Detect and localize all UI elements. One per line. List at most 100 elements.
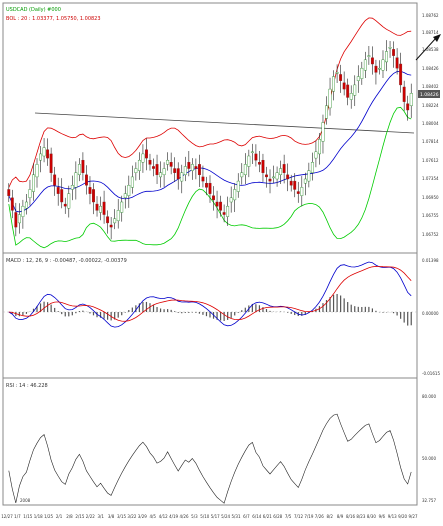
- price-y-tick: 1.08426: [422, 66, 439, 71]
- candle-body: [346, 84, 350, 98]
- candle-body: [148, 159, 152, 165]
- candle-body: [381, 59, 385, 71]
- candle-body: [360, 67, 364, 79]
- rsi-layer: [8, 413, 412, 504]
- candle-body: [201, 176, 205, 182]
- x-axis-label: 6/14: [252, 514, 261, 519]
- candle-body: [240, 172, 244, 178]
- candle-body: [42, 147, 46, 157]
- candle-body: [310, 162, 314, 173]
- candle-body: [14, 212, 18, 228]
- candle-body: [205, 182, 208, 188]
- candle-body: [328, 88, 332, 109]
- candle-body: [99, 205, 102, 213]
- x-axis-label: 6/21: [263, 514, 272, 519]
- candle-body: [296, 191, 300, 194]
- x-axis-label: 3/22: [127, 514, 136, 519]
- candle-body: [208, 182, 212, 194]
- candle-body: [385, 51, 388, 63]
- price-y-tick: 1.08004: [422, 121, 439, 126]
- candle-body: [173, 168, 177, 173]
- candle-body: [339, 74, 343, 81]
- candle-body: [395, 57, 399, 69]
- candle-body: [88, 187, 92, 194]
- price-y-tick: 1.08762: [422, 13, 439, 18]
- candle-body: [335, 72, 339, 74]
- candle-body: [321, 122, 325, 142]
- price-y-tick: 1.06755: [422, 213, 439, 218]
- candle-body: [236, 180, 240, 192]
- candles-layer: [7, 40, 413, 240]
- candle-body: [374, 65, 378, 73]
- candle-body: [254, 153, 258, 161]
- candle-body: [363, 59, 367, 71]
- candle-body: [7, 189, 11, 196]
- macd-y-tick: -0.01615: [422, 371, 440, 376]
- candle-body: [46, 149, 50, 159]
- candle-body: [180, 172, 184, 182]
- trend-line: [34, 112, 415, 134]
- bollinger-label: BOL : 20 : 1.03377, 1.05750, 1.00823: [6, 16, 101, 22]
- x-axis-label: 2/15: [75, 514, 84, 519]
- candle-body: [92, 189, 95, 203]
- x-axis-label: 9/27: [409, 514, 418, 519]
- candle-body: [293, 180, 297, 190]
- x-axis-label: 7/19: [304, 514, 313, 519]
- price-y-axis: 1.08762 1.08714 1.08538 1.08426 1.08402 …: [422, 13, 439, 237]
- candle-body: [60, 189, 64, 203]
- candle-body: [388, 47, 392, 49]
- candle-body: [39, 153, 42, 161]
- bollinger-bands-layer: [8, 17, 412, 249]
- candle-body: [70, 185, 74, 190]
- candle-body: [250, 151, 254, 154]
- candle-body: [286, 174, 290, 180]
- price-panel-frame: [2, 2, 418, 254]
- candle-body: [307, 170, 311, 182]
- x-axis-label: 2/8: [66, 514, 73, 519]
- x-axis-label: 1/7: [14, 514, 21, 519]
- candle-body: [127, 185, 131, 196]
- macd-y-tick: 0.01398: [422, 258, 439, 263]
- rsi-y-tick: 80.000: [422, 394, 436, 399]
- candle-body: [123, 193, 127, 199]
- x-axis-label: 5/17: [211, 514, 220, 519]
- candle-body: [81, 159, 85, 173]
- candle-body: [35, 164, 39, 178]
- x-axis-label: 8/9: [337, 514, 344, 519]
- x-axis-label: 6/7: [243, 514, 250, 519]
- x-axis-label: 2/22: [86, 514, 95, 519]
- candle-body: [63, 203, 67, 207]
- candle-body: [247, 155, 251, 167]
- candle-body: [56, 187, 60, 194]
- candle-body: [265, 174, 268, 178]
- candle-body: [261, 159, 265, 173]
- candle-body: [212, 195, 215, 201]
- x-axis-label: 4/19: [169, 514, 178, 519]
- x-axis-label: 1/25: [44, 514, 53, 519]
- candle-body: [130, 176, 134, 188]
- candle-body: [116, 210, 120, 222]
- rsi-y-tick: 50.000: [422, 456, 436, 461]
- candle-body: [356, 76, 360, 81]
- x-axis-label: 8/16: [346, 514, 355, 519]
- x-axis-label: 5/24: [221, 514, 230, 519]
- x-axis-label: 9/13: [388, 514, 397, 519]
- x-axis-label: 2/1: [56, 514, 63, 519]
- candle-body: [28, 189, 32, 199]
- candle-body: [17, 214, 21, 224]
- candle-body: [406, 103, 410, 111]
- candle-body: [141, 153, 145, 163]
- candle-body: [67, 193, 71, 209]
- candle-body: [162, 168, 166, 176]
- candle-body: [272, 176, 275, 179]
- candle-body: [332, 76, 336, 92]
- x-axis-label: 8/23: [356, 514, 365, 519]
- candle-body: [349, 93, 353, 100]
- candle-body: [222, 212, 226, 215]
- candle-body: [215, 201, 219, 207]
- candle-body: [392, 49, 396, 56]
- arrow-head-icon: [433, 34, 441, 42]
- rsi-panel-frame: [2, 377, 418, 506]
- rsi-title: RSI : 14 : 46.228: [6, 383, 48, 389]
- x-axis-label: 4/26: [180, 514, 189, 519]
